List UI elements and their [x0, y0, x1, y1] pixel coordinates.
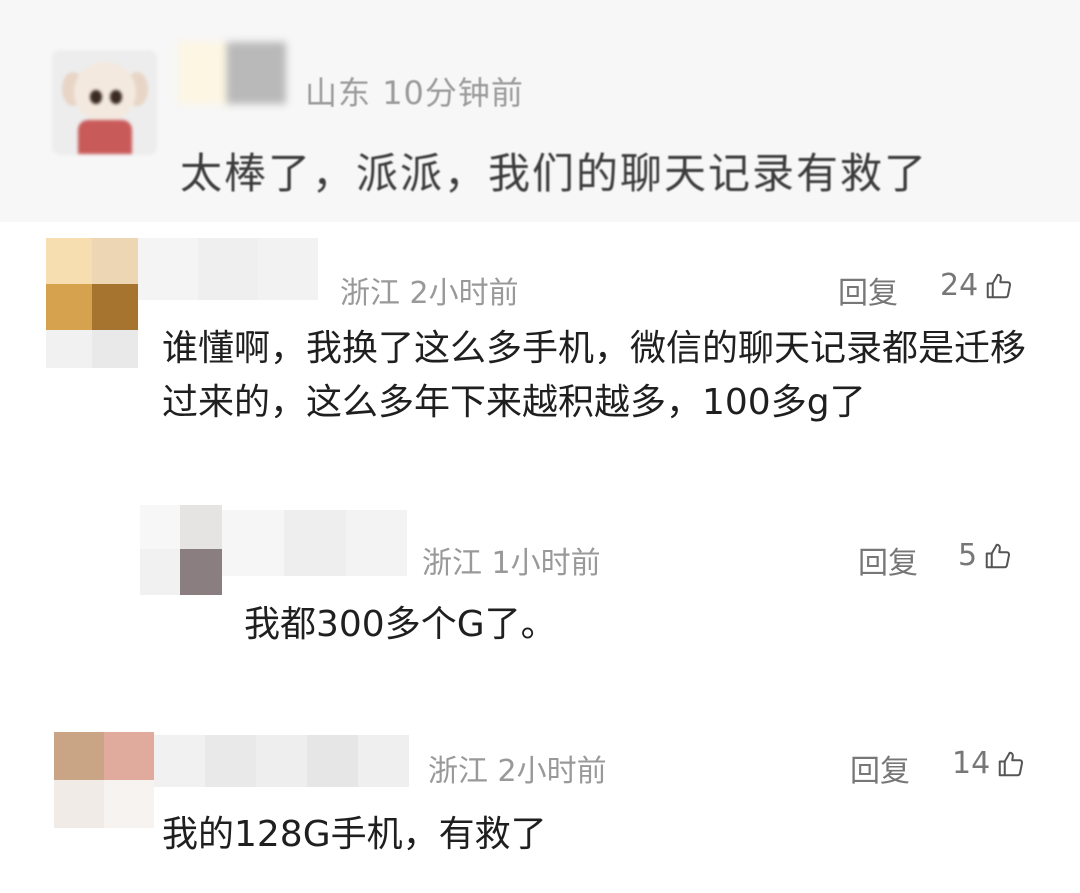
reply-button[interactable]: 回复: [838, 268, 898, 312]
avatar-eye: [90, 90, 102, 104]
comment-time: 10分钟前: [382, 74, 524, 112]
comment-location: 浙江: [428, 754, 488, 789]
like-button[interactable]: 5: [958, 538, 1013, 573]
mosaic-cell: [180, 549, 222, 595]
comment-location: 山东: [305, 74, 372, 112]
mosaic-cell: [222, 510, 284, 576]
comment-text: 太棒了，派派，我们的聊天记录有救了: [180, 149, 929, 198]
comment-text: 谁懂啊，我换了这么多手机，微信的聊天记录都是迁移过来的，这么多年下来越积越多，1…: [162, 328, 1027, 423]
mosaic-cell: [92, 284, 138, 330]
mosaic-cell: [46, 284, 92, 330]
reply-button[interactable]: 回复: [850, 746, 910, 790]
mosaic-cell: [180, 505, 222, 549]
mosaic-cell: [154, 735, 205, 787]
mosaic-cell: [358, 735, 409, 787]
comment-location: 浙江: [422, 546, 482, 581]
mosaic-cell: [92, 238, 138, 284]
mosaic-cell: [198, 238, 258, 300]
like-count: 5: [958, 538, 978, 573]
mosaic-cell: [284, 510, 346, 576]
thumbs-up-icon: [996, 749, 1026, 779]
avatar-body: [78, 120, 132, 154]
mosaic-cell: [307, 735, 358, 787]
like-button[interactable]: 14: [952, 746, 1026, 781]
comment-text: 我的128G手机，有救了: [162, 814, 547, 855]
mosaic-cell: [258, 238, 318, 300]
like-count: 14: [952, 746, 991, 781]
comment-list: 山东 10分钟前 太棒了，派派，我们的聊天记录有救了 浙江 2小时前 回复 24: [0, 0, 1080, 893]
comment-location: 浙江: [340, 276, 400, 311]
mosaic-cell: [205, 735, 256, 787]
avatar-face: [74, 62, 136, 122]
avatar[interactable]: [54, 732, 154, 828]
mosaic-cell: [138, 238, 198, 300]
like-button[interactable]: 24: [940, 268, 1014, 303]
avatar[interactable]: [46, 238, 138, 330]
comment-text: 我都300多个G了。: [244, 604, 557, 645]
mosaic-cell: [54, 780, 104, 828]
thumbs-up-icon: [984, 271, 1014, 301]
mosaic-cell: [346, 510, 407, 576]
mosaic-cell: [54, 732, 104, 780]
username-blurred[interactable]: [222, 510, 407, 576]
comment-time: 1小时前: [491, 546, 601, 581]
comment-meta: 浙江 1小时前: [422, 538, 601, 582]
mosaic-cell: [104, 780, 154, 828]
username-blurred[interactable]: [178, 42, 286, 104]
mosaic-cell: [46, 238, 92, 284]
username-blurred[interactable]: [154, 735, 409, 787]
username-blurred[interactable]: [138, 238, 318, 300]
avatar-mosaic-extra: [46, 330, 138, 368]
mosaic-cell: [140, 549, 180, 595]
comment-meta: 浙江 2小时前: [428, 746, 607, 790]
like-count: 24: [940, 268, 979, 303]
avatar[interactable]: [140, 505, 222, 595]
reply-button[interactable]: 回复: [858, 538, 918, 582]
thumbs-up-icon: [983, 541, 1013, 571]
mosaic-cell: [140, 505, 180, 549]
avatar[interactable]: [52, 50, 157, 155]
mosaic-cell: [104, 732, 154, 780]
comment-meta: 浙江 2小时前: [340, 268, 519, 312]
comment-time: 2小时前: [497, 754, 607, 789]
comment-time: 2小时前: [409, 276, 519, 311]
comment-meta: 山东 10分钟前: [305, 68, 524, 114]
mosaic-cell: [256, 735, 307, 787]
comment-item: 山东 10分钟前 太棒了，派派，我们的聊天记录有救了: [0, 0, 1080, 222]
avatar-eye: [110, 90, 122, 104]
